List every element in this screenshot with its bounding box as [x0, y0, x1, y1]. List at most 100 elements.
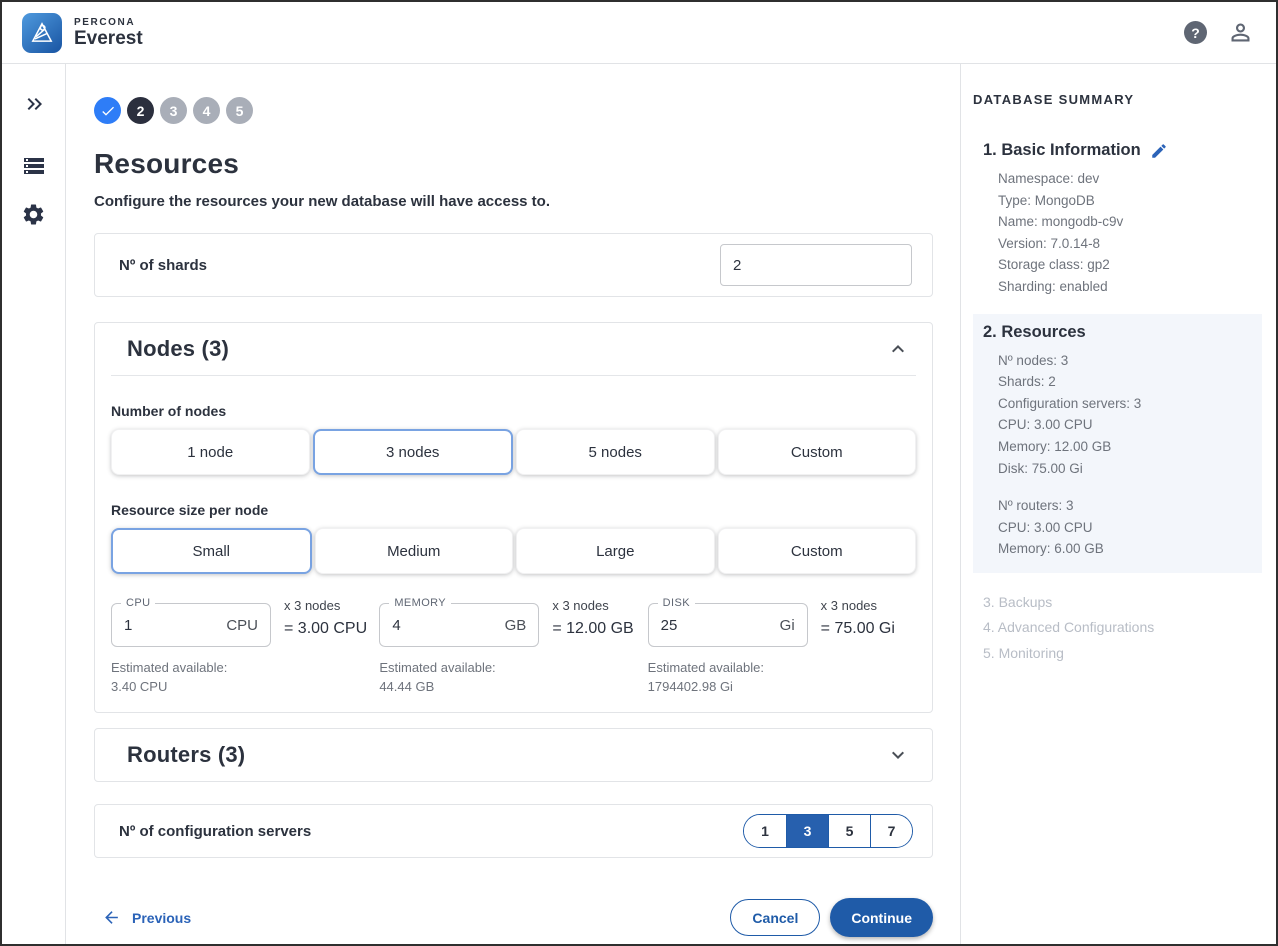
nodes-title: Nodes (3): [127, 336, 229, 362]
node-option-custom[interactable]: Custom: [718, 429, 917, 475]
account-icon[interactable]: [1227, 19, 1254, 46]
step-3[interactable]: 3: [160, 97, 187, 124]
summary-basic-information-section: 1. Basic Information Namespace: dev Type…: [973, 141, 1262, 298]
nodes-divider: [111, 375, 916, 376]
memory-total-block: x 3 nodes = 12.00 GB: [552, 596, 633, 638]
summary-cpu: CPU: 3.00 CPU: [998, 414, 1262, 436]
cpu-total: = 3.00 CPU: [284, 620, 367, 638]
wizard-footer: Previous Cancel Continue: [94, 898, 933, 937]
disk-total: = 75.00 Gi: [821, 620, 895, 638]
app-header: PERCONA Everest ?: [2, 2, 1276, 64]
routers-title: Routers (3): [127, 742, 245, 768]
config-servers-card: Nº of configuration servers 1 3 5 7: [94, 804, 933, 858]
summary-shards: Shards: 2: [998, 371, 1262, 393]
config-servers-option-3-selected[interactable]: 3: [786, 815, 828, 847]
routers-accordion-header[interactable]: Routers (3): [95, 729, 932, 781]
memory-estimated-value: 44.44 GB: [379, 677, 647, 696]
step-2-active[interactable]: 2: [127, 97, 154, 124]
summary-resources-section: 2. Resources Nº nodes: 3 Shards: 2 Confi…: [973, 314, 1262, 573]
cpu-unit: CPU: [226, 617, 258, 634]
shards-card: Nº of shards: [94, 233, 933, 297]
disk-multiplier: x 3 nodes: [821, 598, 895, 613]
summary-name: Name: mongodb-c9v: [998, 211, 1262, 233]
node-option-5-nodes[interactable]: 5 nodes: [516, 429, 715, 475]
check-icon: [100, 103, 116, 119]
summary-memory: Memory: 12.00 GB: [998, 436, 1262, 458]
resources-section-title: 2. Resources: [983, 323, 1086, 342]
disk-field-label: DISK: [658, 597, 695, 609]
wizard-stepper: 2 3 4 5: [94, 97, 933, 124]
nodes-body: Number of nodes 1 node 3 nodes 5 nodes C…: [95, 403, 932, 710]
node-count-toggle-group: 1 node 3 nodes 5 nodes Custom: [111, 429, 916, 475]
memory-total: = 12.00 GB: [552, 620, 633, 638]
summary-sharding: Sharding: enabled: [998, 276, 1262, 298]
database-summary-panel: DATABASE SUMMARY 1. Basic Information Na…: [960, 64, 1276, 944]
cpu-estimated-value: 3.40 CPU: [111, 677, 379, 696]
shards-input[interactable]: [720, 244, 912, 286]
cpu-field-label: CPU: [121, 597, 155, 609]
summary-step-backups: 3. Backups: [983, 590, 1262, 616]
cpu-total-block: x 3 nodes = 3.00 CPU: [284, 596, 367, 638]
help-icon[interactable]: ?: [1184, 21, 1207, 44]
node-option-1-node[interactable]: 1 node: [111, 429, 310, 475]
step-4[interactable]: 4: [193, 97, 220, 124]
databases-nav-button[interactable]: [14, 146, 54, 186]
left-nav-rail: [2, 64, 66, 944]
step-5[interactable]: 5: [226, 97, 253, 124]
summary-disk: Disk: 75.00 Gi: [998, 458, 1262, 480]
cancel-button[interactable]: Cancel: [730, 899, 820, 936]
summary-title: DATABASE SUMMARY: [973, 92, 1262, 107]
cpu-estimated: Estimated available: 3.40 CPU: [111, 658, 379, 696]
config-servers-option-1[interactable]: 1: [744, 815, 786, 847]
summary-step-advanced-configurations: 4. Advanced Configurations: [983, 615, 1262, 641]
memory-input[interactable]: [392, 617, 462, 634]
config-servers-option-5[interactable]: 5: [828, 815, 870, 847]
per-node-resources-row: CPU CPU x 3 nodes = 3.00 CPU E: [111, 596, 916, 696]
nodes-accordion-header[interactable]: Nodes (3): [95, 323, 932, 375]
config-servers-label: Nº of configuration servers: [119, 823, 311, 840]
summary-step-monitoring: 5. Monitoring: [983, 641, 1262, 667]
double-arrow-right-icon: [22, 92, 46, 116]
step-1-completed[interactable]: [94, 97, 121, 124]
previous-link[interactable]: Previous: [102, 908, 191, 927]
memory-field[interactable]: MEMORY GB: [379, 603, 539, 647]
size-option-small-selected[interactable]: Small: [111, 528, 312, 574]
config-servers-option-7[interactable]: 7: [870, 815, 912, 847]
expand-sidebar-button[interactable]: [14, 84, 54, 124]
summary-n-nodes: Nº nodes: 3: [998, 350, 1262, 372]
node-option-3-nodes-selected[interactable]: 3 nodes: [313, 429, 514, 475]
nodes-accordion: Nodes (3) Number of nodes 1 node 3 nodes…: [94, 322, 933, 713]
chevron-up-icon: [886, 337, 910, 361]
summary-n-routers: Nº routers: 3: [998, 495, 1262, 517]
wizard-main: 2 3 4 5 Resources Configure the resource…: [66, 64, 960, 944]
memory-estimated-label: Estimated available:: [379, 658, 647, 677]
page-title: Resources: [94, 148, 933, 180]
summary-type: Type: MongoDB: [998, 190, 1262, 212]
storage-icon: [22, 154, 46, 178]
memory-multiplier: x 3 nodes: [552, 598, 633, 613]
settings-gear-icon: [21, 202, 46, 227]
disk-input[interactable]: [661, 617, 731, 634]
settings-nav-button[interactable]: [14, 194, 54, 234]
continue-button[interactable]: Continue: [830, 898, 933, 937]
page-subtitle: Configure the resources your new databas…: [94, 193, 933, 210]
summary-config-servers: Configuration servers: 3: [998, 393, 1262, 415]
disk-unit: Gi: [780, 617, 795, 634]
cpu-input[interactable]: [124, 617, 194, 634]
cpu-field[interactable]: CPU CPU: [111, 603, 271, 647]
resource-size-label: Resource size per node: [111, 502, 916, 518]
arrow-back-icon: [102, 908, 121, 927]
memory-estimated: Estimated available: 44.44 GB: [379, 658, 647, 696]
percona-logo[interactable]: [22, 13, 62, 53]
config-servers-toggle-group: 1 3 5 7: [743, 814, 913, 848]
size-option-medium[interactable]: Medium: [315, 528, 514, 574]
summary-routers-memory: Memory: 6.00 GB: [998, 538, 1262, 560]
summary-routers-cpu: CPU: 3.00 CPU: [998, 517, 1262, 539]
disk-field[interactable]: DISK Gi: [648, 603, 808, 647]
memory-unit: GB: [505, 617, 527, 634]
size-option-custom[interactable]: Custom: [718, 528, 917, 574]
pencil-edit-icon[interactable]: [1150, 142, 1168, 160]
shards-label: Nº of shards: [119, 257, 207, 274]
disk-estimated-value: 1794402.98 Gi: [648, 677, 916, 696]
size-option-large[interactable]: Large: [516, 528, 715, 574]
